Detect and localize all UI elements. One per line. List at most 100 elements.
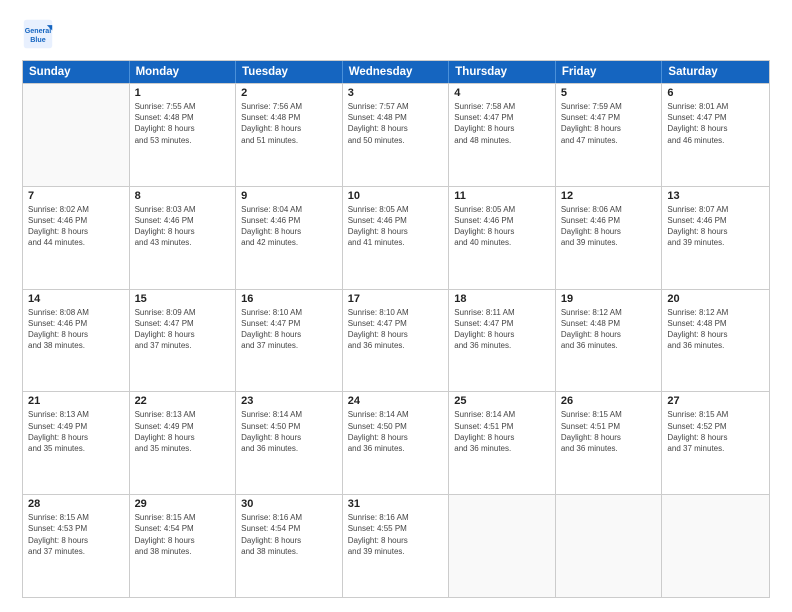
cell-info-line: Daylight: 8 hours: [667, 226, 764, 237]
cell-info-line: Sunrise: 8:13 AM: [135, 409, 231, 420]
cell-info-line: Sunset: 4:54 PM: [135, 523, 231, 534]
cell-info-line: Daylight: 8 hours: [454, 226, 550, 237]
calendar-cell: 29Sunrise: 8:15 AMSunset: 4:54 PMDayligh…: [130, 495, 237, 597]
cell-info-line: Sunrise: 8:04 AM: [241, 204, 337, 215]
cell-info-line: Daylight: 8 hours: [241, 329, 337, 340]
calendar-cell: 13Sunrise: 8:07 AMSunset: 4:46 PMDayligh…: [662, 187, 769, 289]
cell-info-line: and 36 minutes.: [667, 340, 764, 351]
cell-info-line: Daylight: 8 hours: [561, 226, 657, 237]
cell-info-line: Sunrise: 8:14 AM: [241, 409, 337, 420]
cell-info-line: Sunrise: 7:58 AM: [454, 101, 550, 112]
calendar-cell: 6Sunrise: 8:01 AMSunset: 4:47 PMDaylight…: [662, 84, 769, 186]
weekday-header-sunday: Sunday: [23, 61, 130, 83]
cell-info-line: Daylight: 8 hours: [28, 329, 124, 340]
calendar-cell: 15Sunrise: 8:09 AMSunset: 4:47 PMDayligh…: [130, 290, 237, 392]
calendar-cell: 11Sunrise: 8:05 AMSunset: 4:46 PMDayligh…: [449, 187, 556, 289]
day-number: 29: [135, 498, 231, 510]
cell-info-line: Sunset: 4:46 PM: [667, 215, 764, 226]
cell-info-line: and 53 minutes.: [135, 135, 231, 146]
cell-info-line: Daylight: 8 hours: [454, 432, 550, 443]
cell-info-line: Daylight: 8 hours: [241, 432, 337, 443]
cell-info-line: Sunset: 4:53 PM: [28, 523, 124, 534]
calendar-cell: 25Sunrise: 8:14 AMSunset: 4:51 PMDayligh…: [449, 392, 556, 494]
cell-info-line: and 35 minutes.: [135, 443, 231, 454]
cell-info-line: and 37 minutes.: [28, 546, 124, 557]
calendar-cell: 20Sunrise: 8:12 AMSunset: 4:48 PMDayligh…: [662, 290, 769, 392]
cell-info-line: Daylight: 8 hours: [561, 123, 657, 134]
cell-info-line: Daylight: 8 hours: [241, 226, 337, 237]
weekday-header-wednesday: Wednesday: [343, 61, 450, 83]
cell-info-line: and 38 minutes.: [28, 340, 124, 351]
day-number: 6: [667, 87, 764, 99]
weekday-header-thursday: Thursday: [449, 61, 556, 83]
day-number: 28: [28, 498, 124, 510]
calendar-cell: 22Sunrise: 8:13 AMSunset: 4:49 PMDayligh…: [130, 392, 237, 494]
cell-info-line: Sunset: 4:46 PM: [348, 215, 444, 226]
cell-info-line: Sunrise: 8:15 AM: [28, 512, 124, 523]
calendar-row-2: 14Sunrise: 8:08 AMSunset: 4:46 PMDayligh…: [23, 289, 769, 392]
calendar-cell: 21Sunrise: 8:13 AMSunset: 4:49 PMDayligh…: [23, 392, 130, 494]
day-number: 10: [348, 190, 444, 202]
cell-info-line: Sunset: 4:51 PM: [454, 421, 550, 432]
weekday-header-tuesday: Tuesday: [236, 61, 343, 83]
day-number: 21: [28, 395, 124, 407]
day-number: 7: [28, 190, 124, 202]
day-number: 26: [561, 395, 657, 407]
cell-info-line: Sunset: 4:54 PM: [241, 523, 337, 534]
cell-info-line: Daylight: 8 hours: [667, 329, 764, 340]
calendar-cell: [449, 495, 556, 597]
cell-info-line: and 38 minutes.: [241, 546, 337, 557]
cell-info-line: Sunset: 4:47 PM: [454, 112, 550, 123]
cell-info-line: and 42 minutes.: [241, 237, 337, 248]
day-number: 9: [241, 190, 337, 202]
calendar-cell: 24Sunrise: 8:14 AMSunset: 4:50 PMDayligh…: [343, 392, 450, 494]
calendar-cell: 5Sunrise: 7:59 AMSunset: 4:47 PMDaylight…: [556, 84, 663, 186]
cell-info-line: Daylight: 8 hours: [135, 123, 231, 134]
cell-info-line: Daylight: 8 hours: [561, 432, 657, 443]
day-number: 16: [241, 293, 337, 305]
day-number: 31: [348, 498, 444, 510]
cell-info-line: Sunrise: 8:11 AM: [454, 307, 550, 318]
day-number: 18: [454, 293, 550, 305]
calendar: SundayMondayTuesdayWednesdayThursdayFrid…: [22, 60, 770, 598]
cell-info-line: Sunrise: 8:09 AM: [135, 307, 231, 318]
cell-info-line: and 37 minutes.: [135, 340, 231, 351]
logo: General Blue: [22, 18, 54, 50]
cell-info-line: Sunrise: 8:01 AM: [667, 101, 764, 112]
cell-info-line: and 50 minutes.: [348, 135, 444, 146]
cell-info-line: Daylight: 8 hours: [454, 329, 550, 340]
cell-info-line: Daylight: 8 hours: [135, 329, 231, 340]
cell-info-line: Sunset: 4:47 PM: [348, 318, 444, 329]
cell-info-line: Sunrise: 7:59 AM: [561, 101, 657, 112]
logo-icon: General Blue: [22, 18, 54, 50]
cell-info-line: Sunset: 4:46 PM: [241, 215, 337, 226]
cell-info-line: Daylight: 8 hours: [28, 226, 124, 237]
cell-info-line: and 38 minutes.: [135, 546, 231, 557]
cell-info-line: Sunset: 4:55 PM: [348, 523, 444, 534]
calendar-cell: 17Sunrise: 8:10 AMSunset: 4:47 PMDayligh…: [343, 290, 450, 392]
cell-info-line: Sunset: 4:48 PM: [241, 112, 337, 123]
calendar-cell: 18Sunrise: 8:11 AMSunset: 4:47 PMDayligh…: [449, 290, 556, 392]
day-number: 12: [561, 190, 657, 202]
cell-info-line: Sunset: 4:50 PM: [348, 421, 444, 432]
cell-info-line: Sunrise: 8:05 AM: [454, 204, 550, 215]
cell-info-line: Daylight: 8 hours: [28, 432, 124, 443]
calendar-cell: 26Sunrise: 8:15 AMSunset: 4:51 PMDayligh…: [556, 392, 663, 494]
cell-info-line: Sunrise: 8:15 AM: [561, 409, 657, 420]
cell-info-line: Sunset: 4:52 PM: [667, 421, 764, 432]
cell-info-line: Daylight: 8 hours: [667, 123, 764, 134]
cell-info-line: Daylight: 8 hours: [135, 535, 231, 546]
svg-text:General: General: [25, 27, 52, 35]
day-number: 25: [454, 395, 550, 407]
cell-info-line: Sunrise: 8:05 AM: [348, 204, 444, 215]
calendar-cell: 9 Sunrise: 8:04 AMSunset: 4:46 PMDaylight…: [236, 187, 343, 289]
cell-info-line: Sunrise: 8:08 AM: [28, 307, 124, 318]
cell-info-line: and 36 minutes.: [561, 340, 657, 351]
cell-info-line: and 37 minutes.: [667, 443, 764, 454]
svg-text:Blue: Blue: [30, 36, 45, 44]
weekday-header-friday: Friday: [556, 61, 663, 83]
cell-info-line: and 43 minutes.: [135, 237, 231, 248]
day-number: 17: [348, 293, 444, 305]
cell-info-line: Sunset: 4:46 PM: [561, 215, 657, 226]
calendar-cell: 3Sunrise: 7:57 AMSunset: 4:48 PMDaylight…: [343, 84, 450, 186]
